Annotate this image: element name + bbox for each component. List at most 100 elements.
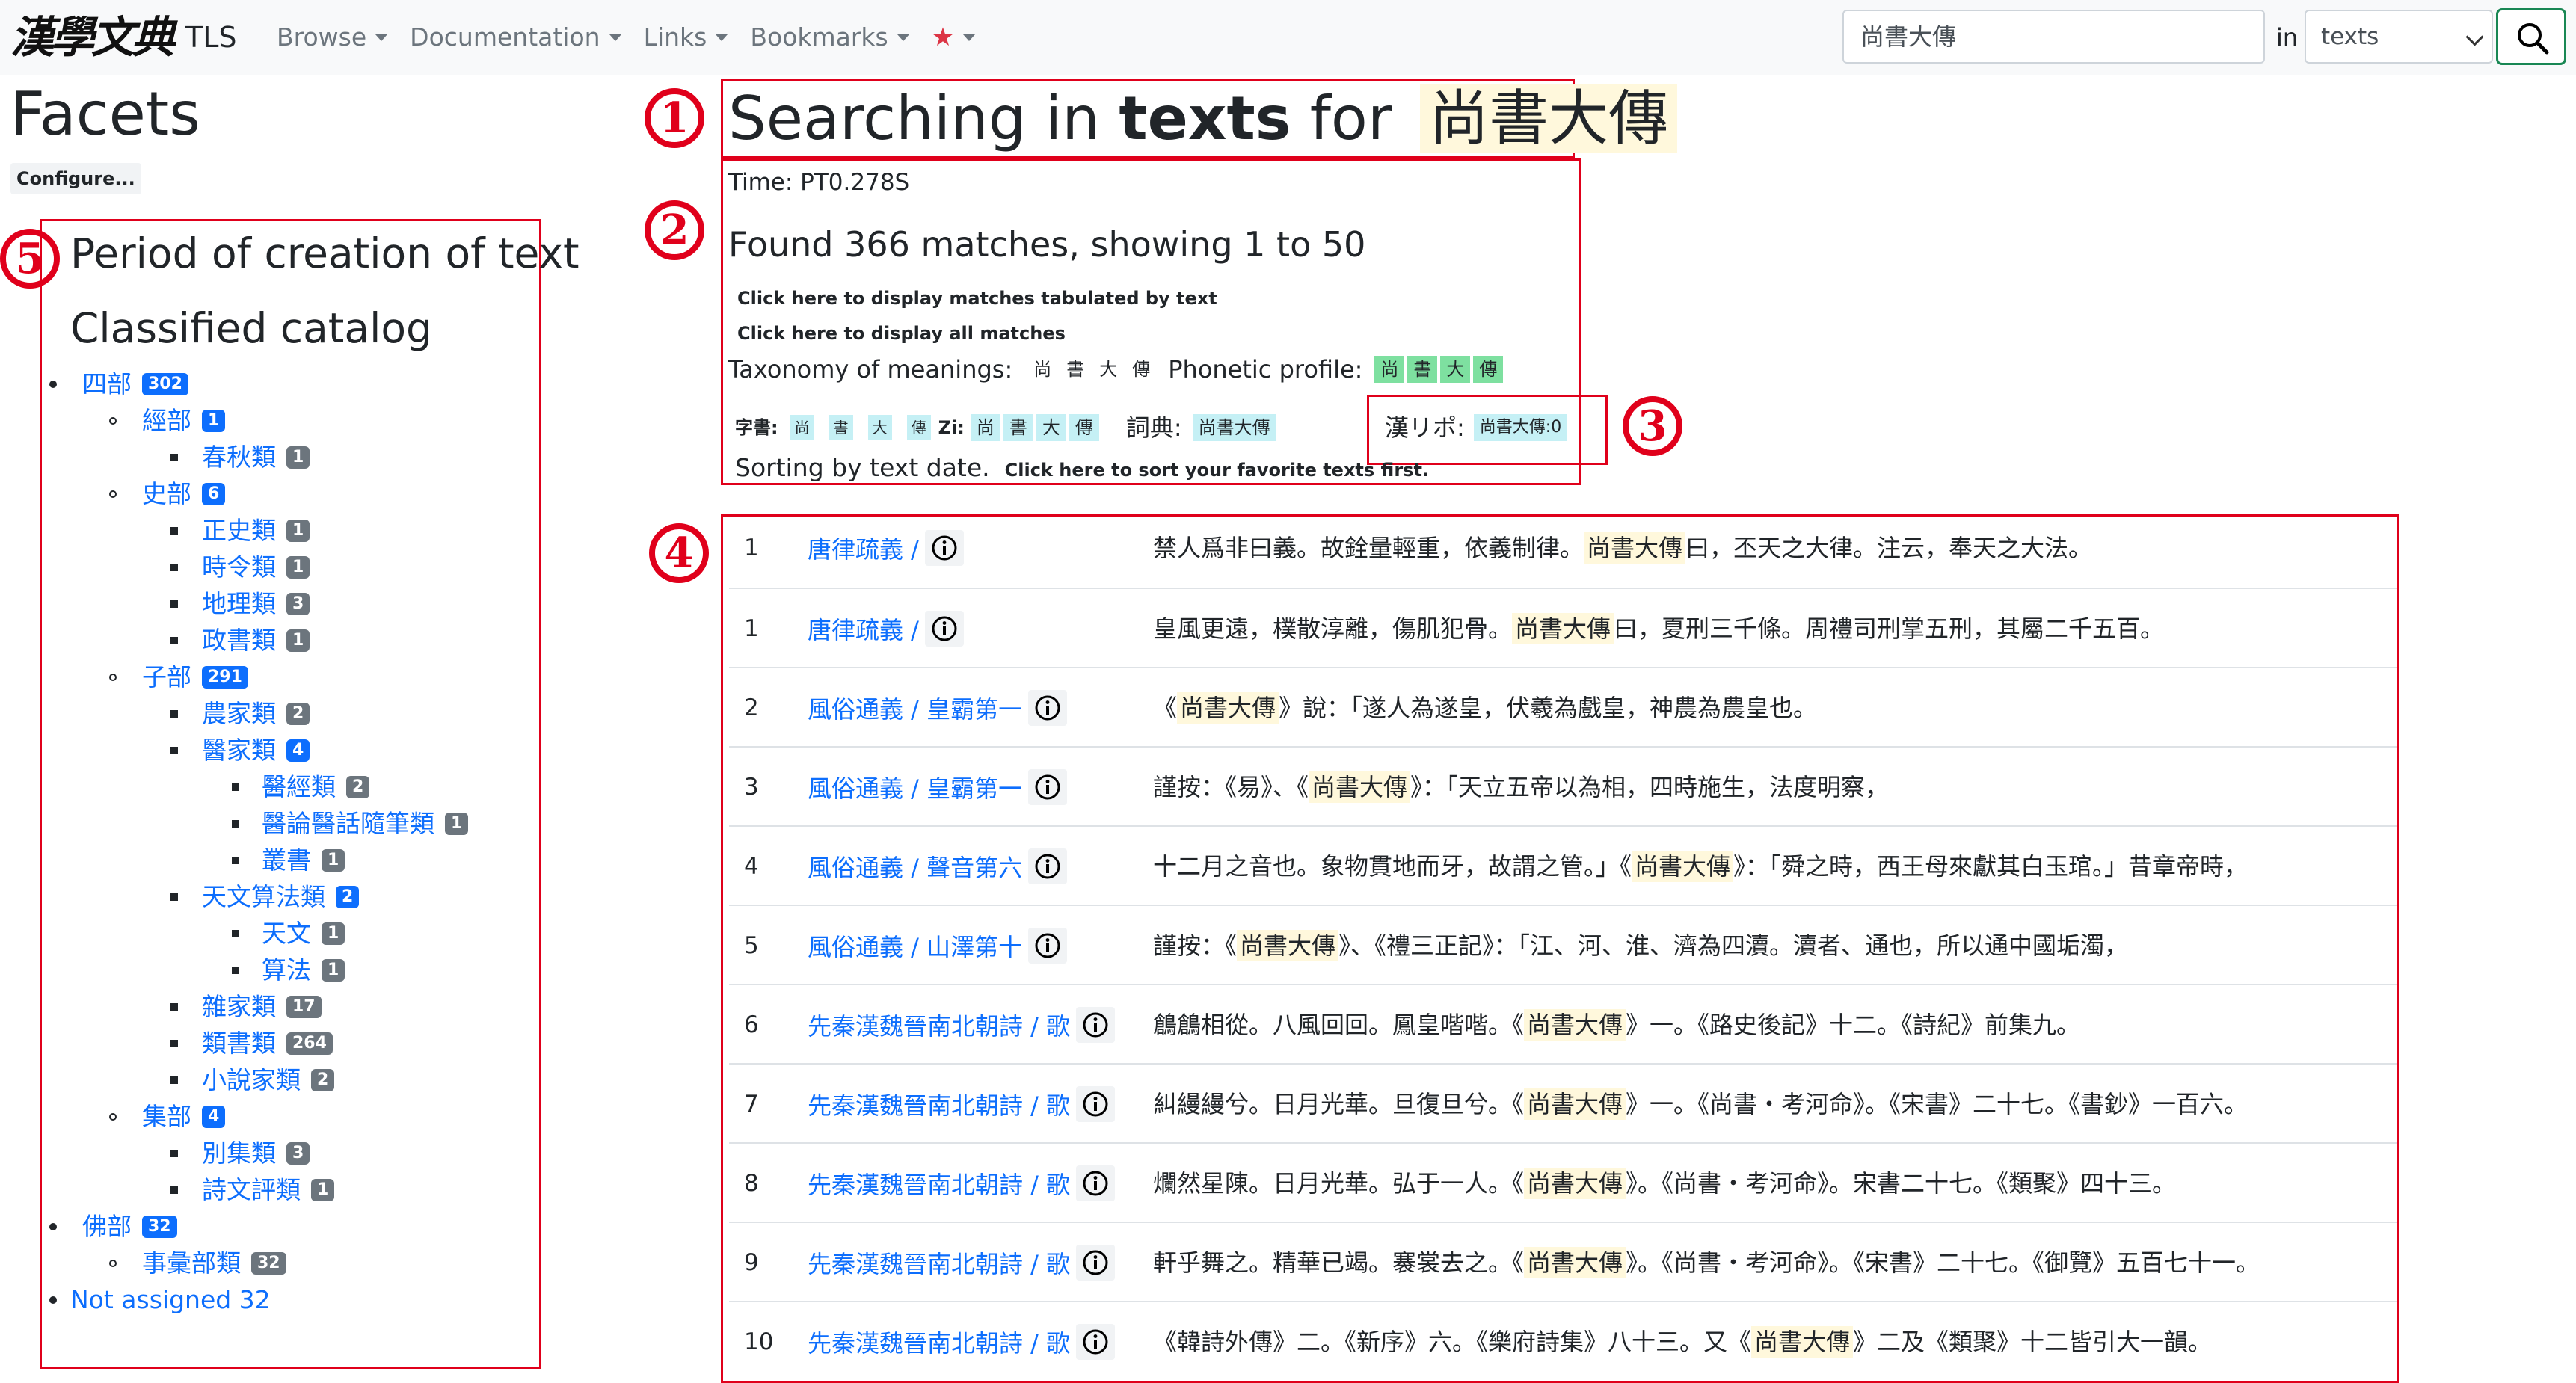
- zi-char[interactable]: 大: [1036, 414, 1066, 441]
- zishu-char[interactable]: 尚: [790, 415, 814, 440]
- result-source-link[interactable]: 風俗通義 / 山澤第十: [808, 928, 1022, 963]
- info-button[interactable]: [1028, 769, 1068, 805]
- search-input[interactable]: 尚書大傳: [1842, 10, 2265, 64]
- tree-item-label[interactable]: 政書類: [202, 622, 276, 659]
- result-source-link[interactable]: 先秦漢魏晉南北朝詩 / 歌: [808, 1245, 1070, 1280]
- zi-char[interactable]: 書: [1003, 414, 1033, 441]
- tree-item[interactable]: 經部 1: [142, 402, 226, 440]
- tree-item-label[interactable]: 算法: [262, 952, 311, 989]
- tabulated-matches-link[interactable]: Click here to display matches tabulated …: [737, 286, 1217, 311]
- tree-item-label[interactable]: 別集類: [202, 1135, 276, 1172]
- result-source-link[interactable]: 先秦漢魏晉南北朝詩 / 歌: [808, 1325, 1070, 1359]
- phonetic-char[interactable]: 尚: [1374, 356, 1405, 383]
- search-scope-select[interactable]: texts: [2305, 10, 2493, 64]
- result-source-link[interactable]: 風俗通義 / 皇霸第一: [808, 770, 1022, 804]
- info-button[interactable]: [924, 611, 964, 647]
- info-button[interactable]: [1076, 1245, 1116, 1281]
- tree-item-label[interactable]: 事彙部類: [142, 1245, 241, 1282]
- kanripo-entry[interactable]: 尚書大傳:0: [1473, 414, 1568, 441]
- tree-item-label[interactable]: 醫家類: [202, 732, 276, 769]
- search-button[interactable]: [2496, 8, 2566, 65]
- tree-item-label[interactable]: 醫論醫話隨筆類: [262, 805, 434, 843]
- tree-item[interactable]: 史部 6: [142, 475, 226, 513]
- tree-item[interactable]: 詩文評類 1: [202, 1171, 335, 1209]
- info-button[interactable]: [1076, 1324, 1116, 1360]
- taxonomy-char[interactable]: 書: [1060, 356, 1090, 383]
- zishu-char[interactable]: 書: [829, 415, 853, 440]
- tree-item[interactable]: 叢書 1: [262, 842, 345, 879]
- tree-item[interactable]: 類書類 264: [202, 1025, 333, 1062]
- tree-item-label[interactable]: Not assigned 32: [70, 1281, 271, 1319]
- info-button[interactable]: [1028, 690, 1068, 726]
- tree-item[interactable]: 別集類 3: [202, 1135, 310, 1172]
- tree-item-label[interactable]: 史部: [142, 475, 191, 513]
- tree-item[interactable]: 醫家類 4: [202, 732, 310, 769]
- tree-item[interactable]: 農家類 2: [202, 695, 310, 733]
- tree-item[interactable]: 正史類 1: [202, 512, 310, 549]
- tree-item[interactable]: 四部 302: [82, 366, 188, 403]
- tree-item-label[interactable]: 子部: [142, 659, 191, 696]
- result-source-link[interactable]: 先秦漢魏晉南北朝詩 / 歌: [808, 1166, 1070, 1201]
- zishu-char[interactable]: 大: [867, 415, 892, 440]
- tree-item-label[interactable]: 地理類: [202, 585, 276, 623]
- menu-links[interactable]: Links: [644, 18, 728, 57]
- phonetic-char[interactable]: 傳: [1473, 356, 1504, 383]
- tree-item-label[interactable]: 類書類: [202, 1025, 276, 1062]
- tree-item[interactable]: 天文算法類 2: [202, 878, 360, 916]
- tree-item-label[interactable]: 四部: [82, 366, 132, 403]
- info-button[interactable]: [1076, 1165, 1116, 1201]
- taxonomy-char[interactable]: 大: [1093, 356, 1123, 383]
- tree-item-label[interactable]: 時令類: [202, 549, 276, 586]
- zi-char[interactable]: 尚: [970, 414, 1000, 441]
- info-button[interactable]: [1076, 1007, 1116, 1043]
- tree-item[interactable]: 佛部 32: [82, 1208, 177, 1245]
- zishu-char[interactable]: 傳: [906, 415, 931, 440]
- tree-item[interactable]: 集部 4: [142, 1098, 226, 1136]
- tree-item-label[interactable]: 佛部: [82, 1208, 132, 1245]
- tree-item-label[interactable]: 農家類: [202, 695, 276, 733]
- tree-item-not-assigned[interactable]: Not assigned 32: [70, 1281, 281, 1319]
- tree-item-label[interactable]: 天文: [262, 915, 311, 952]
- menu-favorites[interactable]: ★: [932, 18, 976, 57]
- tree-item[interactable]: 小說家類 2: [202, 1062, 335, 1099]
- result-source-link[interactable]: 先秦漢魏晉南北朝詩 / 歌: [808, 1008, 1070, 1042]
- tree-item-label[interactable]: 經部: [142, 402, 191, 440]
- tree-item-label[interactable]: 醫經類: [262, 768, 336, 806]
- tree-item[interactable]: 天文 1: [262, 915, 345, 952]
- info-button[interactable]: [924, 530, 964, 566]
- tree-item[interactable]: 子部 291: [142, 659, 248, 696]
- info-button[interactable]: [1076, 1086, 1116, 1122]
- tree-item[interactable]: 雜家類 17: [202, 988, 322, 1026]
- tree-item[interactable]: 時令類 1: [202, 549, 310, 586]
- taxonomy-char[interactable]: 尚: [1027, 356, 1057, 383]
- phonetic-char[interactable]: 大: [1440, 356, 1471, 383]
- result-source-link[interactable]: 先秦漢魏晉南北朝詩 / 歌: [808, 1087, 1070, 1121]
- tree-item[interactable]: 政書類 1: [202, 622, 310, 659]
- phonetic-char[interactable]: 書: [1407, 356, 1438, 383]
- result-source-link[interactable]: 風俗通義 / 皇霸第一: [808, 691, 1022, 725]
- tree-item-label[interactable]: 集部: [142, 1098, 191, 1136]
- zi-char[interactable]: 傳: [1069, 414, 1099, 441]
- tree-item-label[interactable]: 春秋類: [202, 439, 276, 476]
- tree-item-label[interactable]: 雜家類: [202, 988, 276, 1026]
- info-button[interactable]: [1028, 928, 1068, 964]
- tree-item-label[interactable]: 正史類: [202, 512, 276, 549]
- result-source-link[interactable]: 風俗通義 / 聲音第六: [808, 849, 1022, 884]
- tree-item-label[interactable]: 小說家類: [202, 1062, 301, 1099]
- menu-bookmarks[interactable]: Bookmarks: [750, 18, 909, 57]
- tree-item[interactable]: 春秋類 1: [202, 439, 310, 476]
- tree-item-label[interactable]: 叢書: [262, 842, 311, 879]
- info-button[interactable]: [1028, 848, 1068, 884]
- cidian-entry[interactable]: 尚書大傳: [1192, 414, 1276, 441]
- result-source-link[interactable]: 唐律疏義 /: [808, 531, 919, 565]
- sort-favorites-link[interactable]: Click here to sort your favorite texts f…: [1005, 460, 1429, 481]
- tree-item[interactable]: 事彙部類 32: [142, 1245, 286, 1282]
- all-matches-link[interactable]: Click here to display all matches: [737, 321, 1066, 346]
- result-source-link[interactable]: 唐律疏義 /: [808, 612, 919, 646]
- tree-item-label[interactable]: 天文算法類: [202, 878, 325, 916]
- tree-item[interactable]: 地理類 3: [202, 585, 310, 623]
- tree-item[interactable]: 算法 1: [262, 952, 345, 989]
- tree-item[interactable]: 醫經類 2: [262, 768, 370, 806]
- taxonomy-char[interactable]: 傳: [1126, 356, 1156, 383]
- tree-item-label[interactable]: 詩文評類: [202, 1171, 301, 1209]
